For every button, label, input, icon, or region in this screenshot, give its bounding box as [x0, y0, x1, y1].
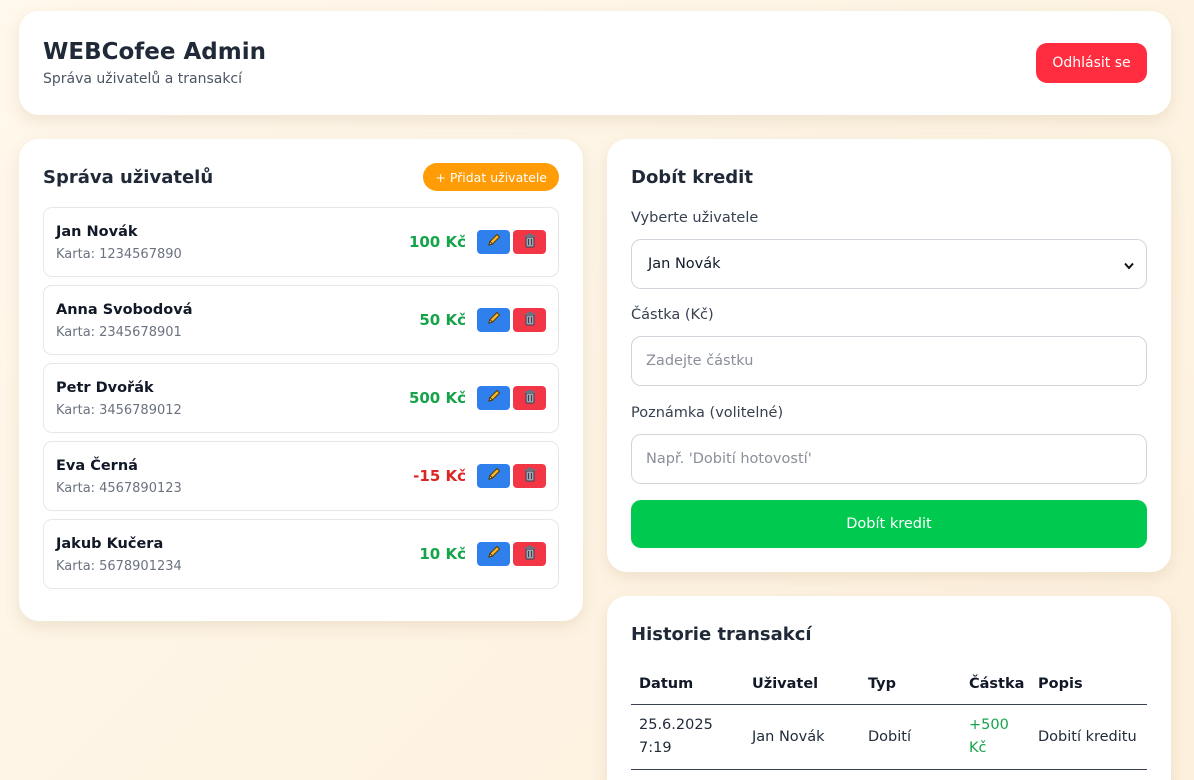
- user-name: Jakub Kučera: [56, 536, 164, 552]
- row-user: Jan Novák: [752, 729, 825, 745]
- edit-user-button[interactable]: [477, 308, 510, 332]
- user-name: Jan Novák: [56, 224, 138, 240]
- pencil-icon: [486, 388, 502, 408]
- col-amount: Částka: [969, 676, 1025, 692]
- row-amount: +500 Kč: [969, 717, 1009, 756]
- user-select[interactable]: Jan Novák: [631, 239, 1147, 289]
- app-subtitle: Správa uživatelů a transakcí: [43, 71, 243, 87]
- user-card-number: Karta: 4567890123: [56, 481, 182, 496]
- edit-user-button[interactable]: [477, 464, 510, 488]
- pencil-icon: [486, 466, 502, 486]
- submit-credit-button[interactable]: Dobít kredit: [631, 500, 1147, 548]
- header-card: WEBCofee Admin Správa uživatelů a transa…: [19, 11, 1171, 115]
- user-row: Petr Dvořák Karta: 3456789012 500 Kč: [43, 363, 559, 433]
- table-row: 25.6.2025 7:19 Jan Novák Dobití +500 Kč …: [631, 705, 1147, 770]
- user-select-label: Vyberte uživatele: [631, 210, 759, 226]
- card-label: Karta:: [56, 481, 96, 496]
- amount-label: Částka (Kč): [631, 307, 714, 323]
- pencil-icon: [486, 232, 502, 252]
- credit-title: Dobít kredit: [631, 167, 753, 188]
- delete-user-button[interactable]: [513, 464, 546, 488]
- row-date: 25.6.2025 7:19: [639, 717, 713, 756]
- card-number: 2345678901: [99, 325, 182, 340]
- user-row: Anna Svobodová Karta: 2345678901 50 Kč: [43, 285, 559, 355]
- delete-user-button[interactable]: [513, 386, 546, 410]
- user-balance: 50 Kč: [419, 311, 466, 329]
- user-row: Eva Černá Karta: 4567890123 -15 Kč: [43, 441, 559, 511]
- trash-icon: [523, 233, 537, 252]
- edit-user-button[interactable]: [477, 542, 510, 566]
- note-input[interactable]: Např. 'Dobití hotovostí': [631, 434, 1147, 484]
- history-card: Historie transakcí Datum Uživatel Typ Čá…: [607, 596, 1171, 780]
- row-desc: Dobití kreditu: [1038, 729, 1137, 745]
- card-label: Karta:: [56, 325, 96, 340]
- logout-button[interactable]: Odhlásit se: [1036, 43, 1147, 83]
- app-title: WEBCofee Admin: [43, 39, 266, 65]
- user-card-number: Karta: 5678901234: [56, 559, 182, 574]
- note-label: Poznámka (volitelné): [631, 405, 784, 421]
- user-balance: -15 Kč: [413, 467, 466, 485]
- user-card-number: Karta: 2345678901: [56, 325, 182, 340]
- user-card-number: Karta: 1234567890: [56, 247, 182, 262]
- col-type: Typ: [868, 676, 897, 692]
- user-balance: 10 Kč: [419, 545, 466, 563]
- delete-user-button[interactable]: [513, 308, 546, 332]
- chevron-down-icon: [1124, 258, 1134, 274]
- user-name: Anna Svobodová: [56, 302, 193, 318]
- table-header: Datum Uživatel Typ Částka Popis: [631, 668, 1147, 705]
- user-row: Jakub Kučera Karta: 5678901234 10 Kč: [43, 519, 559, 589]
- card-number: 3456789012: [99, 403, 182, 418]
- edit-user-button[interactable]: [477, 386, 510, 410]
- user-select-value: Jan Novák: [648, 256, 721, 272]
- user-card-number: Karta: 3456789012: [56, 403, 182, 418]
- col-user: Uživatel: [752, 676, 819, 692]
- credit-card: Dobít kredit Vyberte uživatele Jan Novák…: [607, 139, 1171, 572]
- row-type: Dobití: [868, 729, 911, 745]
- card-number: 5678901234: [99, 559, 182, 574]
- card-label: Karta:: [56, 559, 96, 574]
- card-label: Karta:: [56, 247, 96, 262]
- trash-icon: [523, 311, 537, 330]
- card-number: 1234567890: [99, 247, 182, 262]
- users-card: Správa uživatelů + Přidat uživatele Jan …: [19, 139, 583, 621]
- user-balance: 100 Kč: [408, 233, 466, 251]
- user-name: Petr Dvořák: [56, 380, 154, 396]
- edit-user-button[interactable]: [477, 230, 510, 254]
- card-label: Karta:: [56, 403, 96, 418]
- history-title: Historie transakcí: [631, 624, 812, 645]
- user-row: Jan Novák Karta: 1234567890 100 Kč: [43, 207, 559, 277]
- user-balance: 500 Kč: [408, 389, 466, 407]
- users-title: Správa uživatelů: [43, 167, 214, 188]
- delete-user-button[interactable]: [513, 542, 546, 566]
- add-user-button[interactable]: + Přidat uživatele: [423, 163, 559, 191]
- user-name: Eva Černá: [56, 458, 138, 474]
- trash-icon: [523, 545, 537, 564]
- col-desc: Popis: [1038, 676, 1083, 692]
- trash-icon: [523, 389, 537, 408]
- amount-input[interactable]: Zadejte částku: [631, 336, 1147, 386]
- pencil-icon: [486, 544, 502, 564]
- col-date: Datum: [639, 676, 694, 692]
- delete-user-button[interactable]: [513, 230, 546, 254]
- pencil-icon: [486, 310, 502, 330]
- card-number: 4567890123: [99, 481, 182, 496]
- trash-icon: [523, 467, 537, 486]
